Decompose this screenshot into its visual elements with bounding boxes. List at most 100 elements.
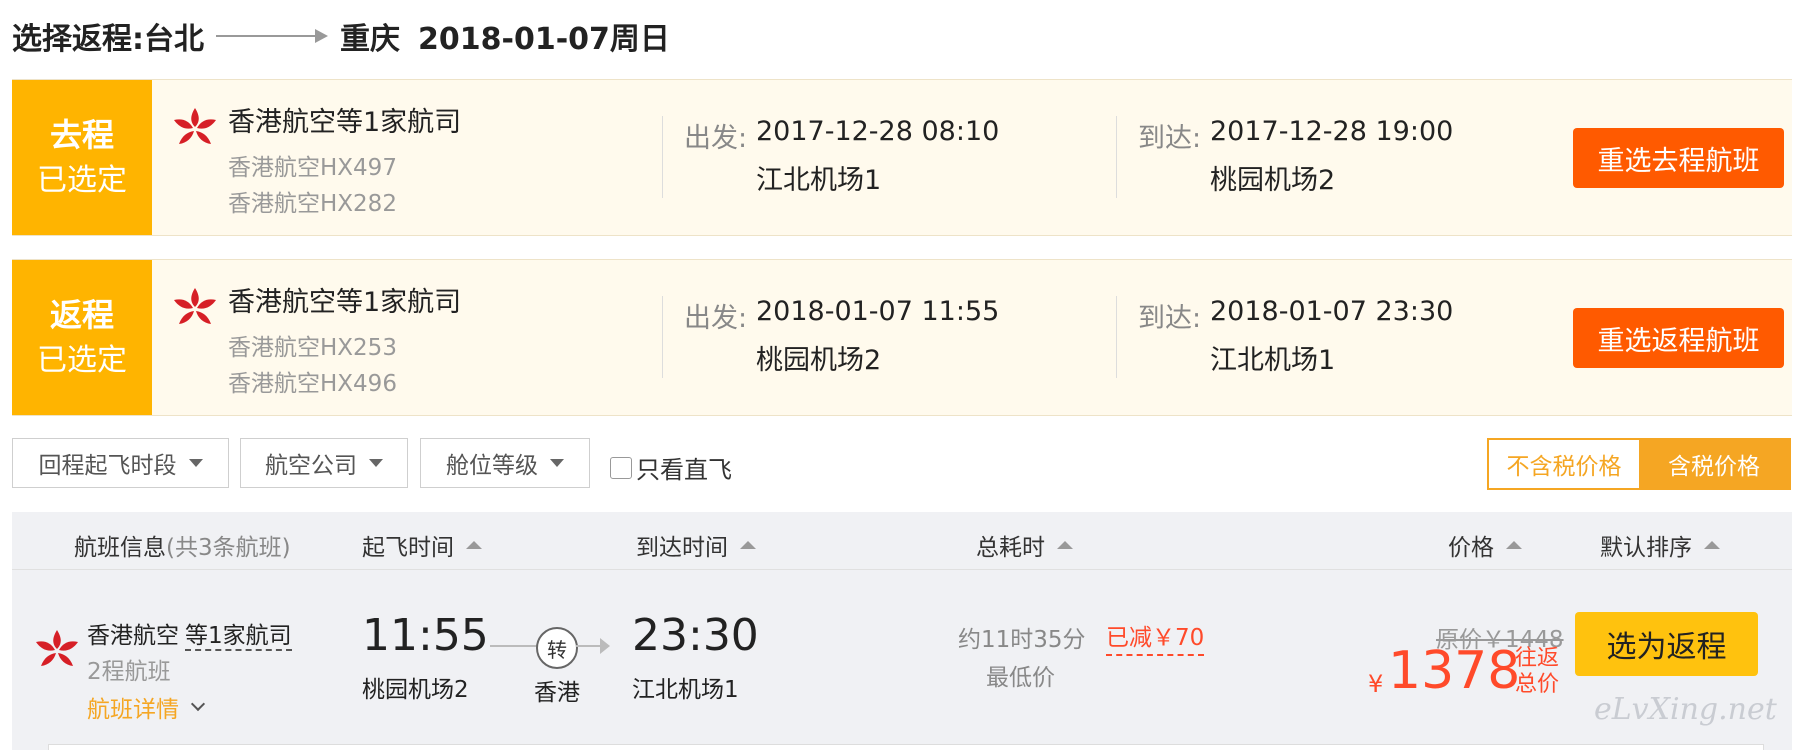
column-flight-info: 航班信息 (共3条航班) (74, 528, 291, 562)
transfer-badge: 转 (536, 627, 578, 669)
sort-arrive-time[interactable]: 到达时间 (636, 528, 756, 562)
table-row: 香港航空 等1家航司 2程航班 航班详情 11:55 桃园机场2 转 香港 23:… (12, 570, 1792, 750)
row-airline: 香港航空 等1家航司 (87, 616, 292, 651)
segment-tag: 去程 已选定 (12, 80, 152, 235)
divider (1116, 296, 1117, 378)
caret-down-icon (369, 459, 383, 467)
sort-default[interactable]: 默认排序 (1600, 528, 1720, 562)
segment-tag-status: 已选定 (37, 162, 127, 198)
segment-flight-number: 香港航空HX497 (228, 155, 397, 181)
depart-airport: 江北机场1 (756, 165, 882, 196)
flight-details-label: 航班详情 (87, 697, 179, 723)
row-arrive-airport: 江北机场1 (632, 677, 739, 703)
sort-price[interactable]: 价格 (1448, 528, 1522, 562)
sort-depart-time[interactable]: 起飞时间 (362, 528, 482, 562)
caret-up-icon (466, 541, 482, 549)
segment-flight-number: 香港航空HX253 (228, 335, 397, 361)
caret-up-icon (1057, 541, 1073, 549)
caret-down-icon (188, 459, 203, 467)
segment-airline: 香港航空等1家航司 (228, 287, 462, 318)
title-from: 台北 (144, 22, 204, 57)
airline-logo-icon (174, 288, 216, 324)
page-title: 选择返程: 台北 重庆 2018-01-07周日 (12, 14, 670, 58)
arrive-time: 2018-01-07 23:30 (1210, 296, 1454, 327)
exclude-tax-option[interactable]: 不含税价格 (1489, 440, 1639, 488)
direct-only-toggle[interactable]: 只看直飞 (610, 450, 732, 485)
title-to: 重庆 (340, 22, 400, 57)
chevron-down-icon (190, 696, 206, 712)
column-label: 默认排序 (1600, 535, 1692, 561)
segment-tag-title: 返程 (49, 295, 114, 334)
column-label: 到达时间 (636, 535, 728, 561)
caret-down-icon (550, 459, 564, 467)
route-arrow-icon (216, 26, 328, 46)
currency-symbol: ¥ (1368, 670, 1384, 698)
filter-label: 舱位等级 (446, 453, 538, 479)
discount-label[interactable]: 已减￥70 (1106, 618, 1205, 656)
arrive-label: 到达: (1138, 303, 1202, 334)
select-return-button[interactable]: 选为返程 (1575, 612, 1758, 676)
divider (1116, 116, 1117, 198)
more-airlines-link[interactable]: 等1家航司 (185, 623, 292, 651)
depart-time: 2018-01-07 11:55 (756, 296, 1000, 327)
caret-up-icon (740, 541, 756, 549)
direct-only-label: 只看直飞 (636, 456, 732, 484)
title-date: 2018-01-07周日 (418, 22, 670, 57)
price-tag-line: 往返 (1514, 646, 1559, 671)
airline-logo-icon (174, 108, 216, 144)
filter-label: 航空公司 (265, 453, 357, 479)
arrive-airport: 桃园机场2 (1210, 165, 1336, 196)
depart-label: 出发: (684, 303, 748, 334)
filter-label: 回程起飞时段 (38, 453, 177, 479)
segment-airline: 香港航空等1家航司 (228, 107, 462, 138)
reselect-return-button[interactable]: 重选返程航班 (1573, 308, 1784, 368)
row-duration: 约11时35分 (958, 627, 1086, 653)
include-tax-option[interactable]: 含税价格 (1639, 440, 1789, 488)
column-label: 价格 (1448, 535, 1494, 561)
row-price: 1378 (1388, 641, 1521, 701)
arrow-right-icon (600, 638, 610, 654)
arrive-airport: 江北机场1 (1210, 345, 1336, 376)
segment-tag-status: 已选定 (37, 342, 127, 378)
flight-detail-panel (48, 744, 1764, 750)
segment-tag-title: 去程 (49, 115, 114, 154)
flight-details-toggle[interactable]: 航班详情 (87, 690, 206, 724)
column-label: 起飞时间 (362, 535, 454, 561)
transfer-city: 香港 (534, 680, 580, 706)
round-trip-total-label: 往返 总价 (1512, 646, 1562, 698)
column-label: 航班信息 (74, 535, 166, 561)
segment-flight-number: 香港航空HX282 (228, 191, 397, 217)
price-tag-line: 总价 (1514, 672, 1559, 697)
caret-up-icon (1506, 541, 1522, 549)
depart-label: 出发: (684, 123, 748, 154)
column-label: 总耗时 (976, 535, 1045, 561)
cabin-class-filter[interactable]: 舱位等级 (420, 438, 590, 488)
watermark: eLvXing.net (1594, 692, 1777, 727)
return-segment: 返程 已选定 香港航空等1家航司 香港航空HX253 香港航空HX496 出发:… (12, 259, 1792, 416)
title-label: 选择返程: (12, 22, 144, 57)
departure-time-filter[interactable]: 回程起飞时段 (12, 438, 229, 488)
segment-flight-number: 香港航空HX496 (228, 371, 397, 397)
route-line (490, 645, 538, 647)
reselect-outbound-button[interactable]: 重选去程航班 (1573, 128, 1784, 188)
arrive-label: 到达: (1138, 123, 1202, 154)
row-depart-time: 11:55 (362, 610, 489, 661)
airline-filter[interactable]: 航空公司 (240, 438, 408, 488)
sort-duration[interactable]: 总耗时 (976, 528, 1073, 562)
segment-tag: 返程 已选定 (12, 260, 152, 415)
arrive-time: 2017-12-28 19:00 (1210, 116, 1454, 147)
row-airline-name: 香港航空 (87, 623, 179, 649)
direct-only-checkbox[interactable] (610, 456, 632, 479)
row-arrive-time: 23:30 (632, 610, 759, 661)
row-legs: 2程航班 (87, 659, 171, 685)
tax-price-toggle: 不含税价格 含税价格 (1487, 438, 1791, 490)
divider (662, 296, 663, 378)
lowest-price-badge: 最低价 (986, 665, 1055, 691)
airline-logo-icon (36, 630, 78, 666)
results-table-header: 航班信息 (共3条航班) 起飞时间 到达时间 总耗时 价格 默认排序 (12, 512, 1792, 570)
outbound-segment: 去程 已选定 香港航空等1家航司 香港航空HX497 香港航空HX282 出发:… (12, 79, 1792, 236)
depart-time: 2017-12-28 08:10 (756, 116, 1000, 147)
divider (662, 116, 663, 198)
caret-up-icon (1704, 541, 1720, 549)
row-depart-airport: 桃园机场2 (362, 677, 469, 703)
